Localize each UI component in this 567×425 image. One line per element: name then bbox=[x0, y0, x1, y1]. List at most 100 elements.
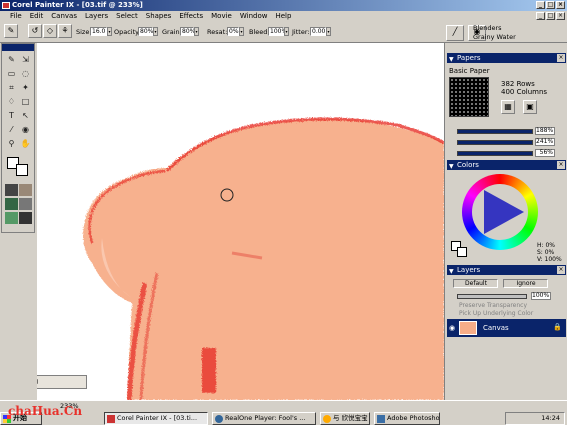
additional-color-swatch[interactable] bbox=[16, 164, 28, 176]
size-spin[interactable]: ▾ bbox=[107, 27, 112, 36]
paper-brightness-value[interactable]: 56% bbox=[535, 149, 555, 157]
papers-header[interactable]: ▼ Papers × bbox=[447, 53, 566, 63]
title-bar: Corel Painter IX - [03.tif @ 233%] _ □ × bbox=[0, 0, 567, 11]
pick-up-underlying-checkbox[interactable]: Pick Up Underlying Color bbox=[459, 310, 533, 317]
paper-contrast-value[interactable]: 241% bbox=[535, 138, 555, 146]
menu-window[interactable]: Window bbox=[236, 11, 272, 21]
bleed-label: Bleed: bbox=[249, 28, 270, 36]
grain-field[interactable]: 80% bbox=[180, 27, 195, 36]
gradient-selector-icon[interactable] bbox=[19, 184, 32, 196]
composite-depth-select[interactable]: Ignore bbox=[503, 279, 548, 288]
layer-opacity-slider[interactable] bbox=[457, 294, 527, 299]
layer-row-canvas[interactable]: ◉ Canvas 🔒 bbox=[447, 319, 566, 337]
magic-wand-icon[interactable]: ✦ bbox=[19, 82, 32, 94]
layer-name: Canvas bbox=[483, 324, 509, 332]
brush-category[interactable]: Blenders bbox=[473, 24, 502, 32]
paper-scale-value[interactable]: 188% bbox=[535, 127, 555, 135]
bleed-field[interactable]: 100% bbox=[268, 27, 287, 36]
size-field[interactable]: 16.0 bbox=[90, 27, 107, 36]
opacity-spin[interactable]: ▾ bbox=[153, 27, 158, 36]
menu-effects[interactable]: Effects bbox=[175, 11, 207, 21]
resat-spin[interactable]: ▾ bbox=[239, 27, 244, 36]
crop-icon[interactable]: ⌗ bbox=[5, 82, 18, 94]
task-photoshop[interactable]: Adobe Photoshop bbox=[374, 412, 440, 425]
menu-select[interactable]: Select bbox=[112, 11, 142, 21]
grain-spin[interactable]: ▾ bbox=[194, 27, 199, 36]
menu-edit[interactable]: Edit bbox=[26, 11, 48, 21]
jitter-spin[interactable]: ▾ bbox=[326, 27, 331, 36]
menu-help[interactable]: Help bbox=[271, 11, 295, 21]
nozzle-selector-icon[interactable] bbox=[5, 212, 18, 224]
grabber-icon[interactable]: ✋ bbox=[19, 138, 32, 150]
paint-bucket-icon[interactable]: ◉ bbox=[19, 124, 32, 136]
task-painter[interactable]: Corel Painter IX - [03.ti... bbox=[104, 412, 208, 425]
pen-icon[interactable]: ♢ bbox=[5, 96, 18, 108]
visibility-eye-icon[interactable]: ◉ bbox=[449, 324, 455, 332]
ime-bar[interactable]: 中 ↩ ⌨ bbox=[37, 375, 87, 389]
task-chat[interactable]: 与 欣悦宝宝 聊天中 bbox=[320, 412, 370, 425]
layer-adjuster-icon[interactable]: ↖ bbox=[19, 110, 32, 122]
brush-selector: ╱ ◉ Blenders Grainy Water bbox=[446, 23, 566, 43]
stroke-type-3-icon[interactable]: ⚘ bbox=[58, 24, 72, 38]
task-realone[interactable]: RealOne Player: Fool's ... bbox=[212, 412, 316, 425]
preserve-transparency-checkbox[interactable]: Preserve Transparency bbox=[459, 302, 527, 309]
layers-header[interactable]: ▼ Layers × bbox=[447, 265, 566, 275]
maximize-button[interactable]: □ bbox=[546, 1, 555, 9]
ime-keyboard-icon[interactable]: ⌨ bbox=[37, 378, 38, 386]
lock-icon[interactable]: 🔒 bbox=[553, 323, 562, 331]
collapse-icon[interactable]: ▼ bbox=[449, 162, 454, 172]
collapse-icon[interactable]: ▼ bbox=[449, 55, 454, 65]
menu-movie[interactable]: Movie bbox=[207, 11, 236, 21]
paper-scale-slider[interactable] bbox=[457, 129, 533, 134]
rect-select-icon[interactable]: ▭ bbox=[5, 68, 18, 80]
task-chat-label: 与 欣悦宝宝 聊天中 bbox=[333, 414, 369, 422]
dropper-icon[interactable]: ⇲ bbox=[19, 54, 32, 66]
layer-opacity-value[interactable]: 100% bbox=[531, 292, 551, 300]
paper-selector-icon[interactable] bbox=[5, 184, 18, 196]
collapse-icon[interactable]: ▼ bbox=[449, 267, 454, 277]
jitter-field[interactable]: 0.00 bbox=[310, 27, 326, 36]
paper-name: Basic Paper bbox=[449, 67, 490, 75]
menu-file[interactable]: File bbox=[6, 11, 26, 21]
papers-close-icon[interactable]: × bbox=[557, 54, 565, 62]
rect-shape-icon[interactable]: □ bbox=[19, 96, 32, 108]
pattern-selector-icon[interactable] bbox=[5, 198, 18, 210]
magnifier-icon[interactable]: ⚲ bbox=[5, 138, 18, 150]
opacity-field[interactable]: 80% bbox=[138, 27, 153, 36]
paper-make-icon[interactable]: ▣ bbox=[523, 100, 537, 114]
brush-tool-icon[interactable]: ✎ bbox=[4, 24, 18, 38]
eyedropper-icon[interactable]: ⁄ bbox=[5, 124, 18, 136]
text-icon[interactable]: T bbox=[5, 110, 18, 122]
colors-additional-swatch[interactable] bbox=[457, 247, 467, 257]
brush-variant[interactable]: Grainy Water bbox=[473, 33, 516, 41]
menu-shapes[interactable]: Shapes bbox=[142, 11, 176, 21]
colors-header[interactable]: ▼ Colors × bbox=[447, 160, 566, 170]
paper-columns: 400 Columns bbox=[501, 88, 548, 96]
colors-close-icon[interactable]: × bbox=[557, 161, 565, 169]
doc-minimize-button[interactable]: _ bbox=[536, 12, 545, 20]
weaving-selector-icon[interactable] bbox=[19, 198, 32, 210]
paper-brightness-slider[interactable] bbox=[457, 151, 533, 156]
paper-contrast-slider[interactable] bbox=[457, 140, 533, 145]
brush-icon[interactable]: ✎ bbox=[5, 54, 18, 66]
layers-close-icon[interactable]: × bbox=[557, 266, 565, 274]
look-selector-icon[interactable] bbox=[19, 212, 32, 224]
painter-icon bbox=[107, 415, 115, 423]
saturation-triangle[interactable] bbox=[462, 174, 538, 250]
stroke-type-2-icon[interactable]: ◇ bbox=[43, 24, 57, 38]
document-canvas[interactable]: 中 ↩ ⌨ bbox=[37, 43, 444, 400]
brush-category-icon[interactable]: ╱ bbox=[446, 25, 464, 41]
stroke-type-icon[interactable]: ↺ bbox=[28, 24, 42, 38]
resat-field[interactable]: 0% bbox=[227, 27, 239, 36]
menu-canvas[interactable]: Canvas bbox=[47, 11, 81, 21]
bleed-spin[interactable]: ▾ bbox=[284, 27, 289, 36]
menu-layers[interactable]: Layers bbox=[81, 11, 112, 21]
close-button[interactable]: × bbox=[556, 1, 565, 9]
paper-invert-icon[interactable]: ▦ bbox=[501, 100, 515, 114]
doc-restore-button[interactable]: □ bbox=[546, 12, 555, 20]
opacity-label: Opacity: bbox=[114, 28, 141, 36]
minimize-button[interactable]: _ bbox=[536, 1, 545, 9]
doc-close-button[interactable]: × bbox=[556, 12, 565, 20]
composite-method-select[interactable]: Default bbox=[453, 279, 498, 288]
lasso-icon[interactable]: ◌ bbox=[19, 68, 32, 80]
